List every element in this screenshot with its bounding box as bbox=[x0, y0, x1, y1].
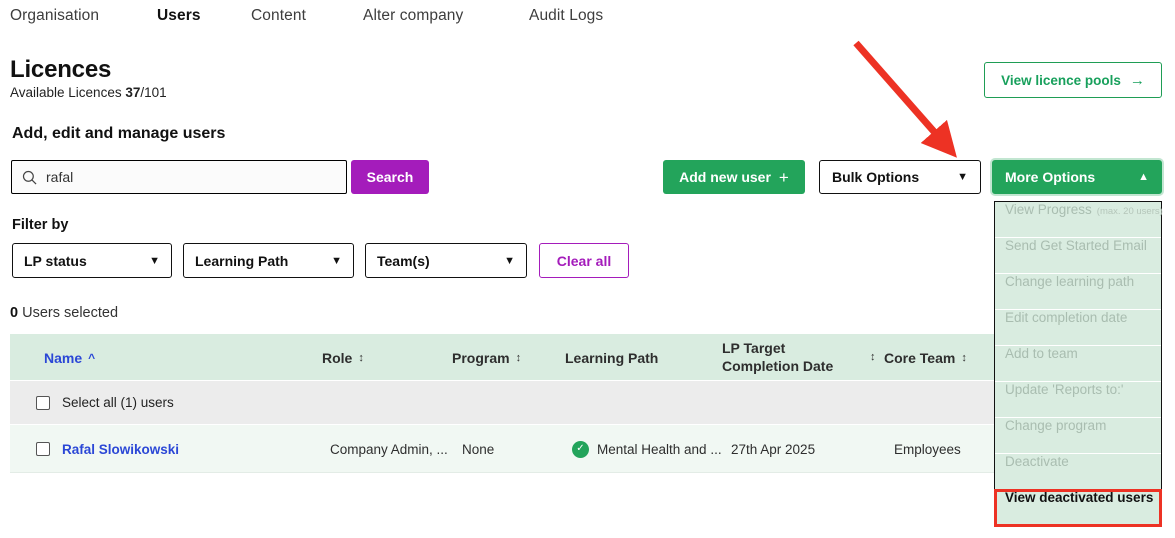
menu-item-label: Add to team bbox=[1005, 346, 1078, 361]
sort-updown-icon: ↕ bbox=[515, 351, 522, 364]
row-checkbox[interactable] bbox=[36, 442, 50, 456]
table-header: Name ^ Role ↕ Program ↕ Learning Path LP… bbox=[10, 334, 1010, 381]
menu-item-sublabel: (max. 20 users) bbox=[1096, 206, 1163, 217]
row-program: None bbox=[462, 441, 495, 457]
menu-item-deactivate: Deactivate bbox=[995, 454, 1161, 490]
section-title: Add, edit and manage users bbox=[12, 125, 226, 142]
chevron-up-icon: ▲ bbox=[1138, 171, 1149, 183]
menu-item-change-learning-path: Change learning path bbox=[995, 274, 1161, 310]
select-all-checkbox[interactable] bbox=[36, 395, 50, 410]
filter-learning-path-label: Learning Path bbox=[195, 252, 289, 269]
plus-icon: + bbox=[778, 167, 789, 187]
row-role: Company Admin, ... bbox=[330, 441, 448, 457]
check-circle-icon: ✓ bbox=[572, 440, 589, 458]
clear-all-button[interactable]: Clear all bbox=[539, 243, 629, 278]
row-core-team: Employees bbox=[894, 441, 961, 457]
column-header-lp-target-completion-date[interactable]: LP Target Completion Date ↕ bbox=[722, 334, 876, 381]
nav-item-audit-logs[interactable]: Audit Logs bbox=[529, 7, 603, 25]
add-new-user-button[interactable]: Add new user + bbox=[663, 160, 805, 194]
view-licence-pools-label: View licence pools bbox=[1001, 72, 1121, 88]
arrow-right-icon: → bbox=[1129, 71, 1145, 89]
column-header-learning-path-label: Learning Path bbox=[565, 349, 659, 366]
menu-item-label: Deactivate bbox=[1005, 454, 1069, 469]
column-header-role-label: Role bbox=[322, 349, 353, 366]
column-header-core-team[interactable]: Core Team ↕ bbox=[884, 334, 967, 381]
menu-item-change-program: Change program bbox=[995, 418, 1161, 454]
users-selected-label: Users selected bbox=[18, 305, 119, 321]
nav-item-users[interactable]: Users bbox=[157, 7, 201, 25]
add-new-user-label: Add new user bbox=[679, 169, 771, 185]
users-table: Name ^ Role ↕ Program ↕ Learning Path LP… bbox=[10, 334, 1010, 473]
row-learning-path-label: Mental Health and ... bbox=[597, 441, 722, 457]
available-licences: Available Licences 37/101 bbox=[10, 85, 167, 100]
menu-item-label: Send Get Started Email bbox=[1005, 238, 1147, 253]
search-icon bbox=[22, 170, 37, 184]
select-all-label: Select all (1) users bbox=[62, 395, 174, 410]
users-page: Organisation Users Content Alter company Aud… bbox=[0, 0, 1175, 538]
nav-item-alter-company[interactable]: Alter company bbox=[363, 7, 463, 25]
filter-by-label: Filter by bbox=[12, 217, 69, 233]
filter-learning-path[interactable]: Learning Path ▼ bbox=[183, 243, 354, 278]
chevron-down-icon: ▼ bbox=[957, 171, 968, 183]
filter-lp-status[interactable]: LP status ▼ bbox=[12, 243, 172, 278]
available-licences-value: 37 bbox=[125, 85, 141, 100]
column-header-core-team-label: Core Team bbox=[884, 349, 956, 366]
menu-item-label: View deactivated users bbox=[1005, 490, 1154, 505]
filter-teams[interactable]: Team(s) ▼ bbox=[365, 243, 527, 278]
row-user-name[interactable]: Rafal Slowikowski bbox=[62, 425, 179, 473]
chevron-up-icon: ^ bbox=[88, 350, 96, 365]
main-navigation: Organisation Users Content Alter company Aud… bbox=[0, 0, 1175, 38]
menu-item-label: View Progress bbox=[1005, 202, 1092, 217]
search-input[interactable]: rafal bbox=[11, 160, 347, 194]
menu-item-edit-completion-date: Edit completion date bbox=[995, 310, 1161, 346]
view-licence-pools-button[interactable]: View licence pools → bbox=[984, 62, 1162, 98]
filter-lp-status-label: LP status bbox=[24, 252, 87, 269]
row-checkbox-cell[interactable] bbox=[36, 425, 50, 473]
page-title: Licences bbox=[10, 56, 112, 83]
search-input-value: rafal bbox=[46, 169, 74, 185]
sort-updown-icon: ↕ bbox=[961, 351, 967, 364]
more-options-dropdown[interactable]: More Options ▲ bbox=[992, 160, 1162, 194]
users-selected-count: 0 Users selected bbox=[10, 305, 118, 321]
bulk-options-label: Bulk Options bbox=[832, 169, 920, 185]
users-selected-number: 0 bbox=[10, 305, 19, 321]
menu-item-send-get-started-email: Send Get Started Email bbox=[995, 238, 1161, 274]
menu-item-label: Change learning path bbox=[1005, 274, 1135, 289]
more-options-menu: View Progress (max. 20 users) Send Get Sta… bbox=[994, 201, 1163, 527]
search-button[interactable]: Search bbox=[351, 160, 429, 194]
menu-item-view-progress: View Progress (max. 20 users) bbox=[995, 202, 1163, 238]
column-header-program-label: Program bbox=[452, 349, 510, 366]
chevron-down-icon: ▼ bbox=[504, 254, 515, 267]
column-header-role[interactable]: Role ↕ bbox=[322, 334, 364, 381]
table-row[interactable]: Rafal Slowikowski Company Admin, ... Non… bbox=[10, 425, 1010, 473]
menu-item-update-reports-to-: Update 'Reports to:' bbox=[995, 382, 1161, 418]
menu-item-label: Change program bbox=[1005, 418, 1107, 433]
column-header-learning-path: Learning Path bbox=[565, 334, 658, 381]
column-header-name[interactable]: Name ^ bbox=[44, 334, 95, 381]
menu-item-label: Update 'Reports to:' bbox=[1005, 382, 1124, 397]
row-learning-path: ✓ Mental Health and ... bbox=[572, 425, 722, 473]
chevron-down-icon: ▼ bbox=[149, 254, 160, 267]
column-header-lp-target-completion-date-label: LP Target Completion Date bbox=[722, 340, 834, 374]
column-header-program[interactable]: Program ↕ bbox=[452, 334, 521, 381]
menu-item-add-to-team: Add to team bbox=[995, 346, 1161, 382]
nav-item-organisation[interactable]: Organisation bbox=[10, 7, 99, 25]
sort-updown-icon: ↕ bbox=[870, 350, 876, 363]
more-options-label: More Options bbox=[1005, 169, 1096, 185]
select-all-row[interactable]: Select all (1) users bbox=[10, 381, 1010, 425]
nav-item-content[interactable]: Content bbox=[251, 7, 306, 25]
menu-item-view-deactivated-users[interactable]: View deactivated users bbox=[994, 489, 1162, 527]
column-header-name-label: Name bbox=[44, 349, 83, 366]
sort-updown-icon: ↕ bbox=[358, 351, 364, 364]
available-licences-total: /101 bbox=[140, 85, 167, 100]
available-licences-label: Available Licences bbox=[10, 85, 126, 100]
filter-teams-label: Team(s) bbox=[377, 252, 430, 269]
row-lp-target-completion-date: 27th Apr 2025 bbox=[731, 441, 816, 457]
bulk-options-dropdown[interactable]: Bulk Options ▼ bbox=[819, 160, 981, 194]
chevron-down-icon: ▼ bbox=[331, 254, 342, 267]
menu-item-label: Edit completion date bbox=[1005, 310, 1128, 325]
